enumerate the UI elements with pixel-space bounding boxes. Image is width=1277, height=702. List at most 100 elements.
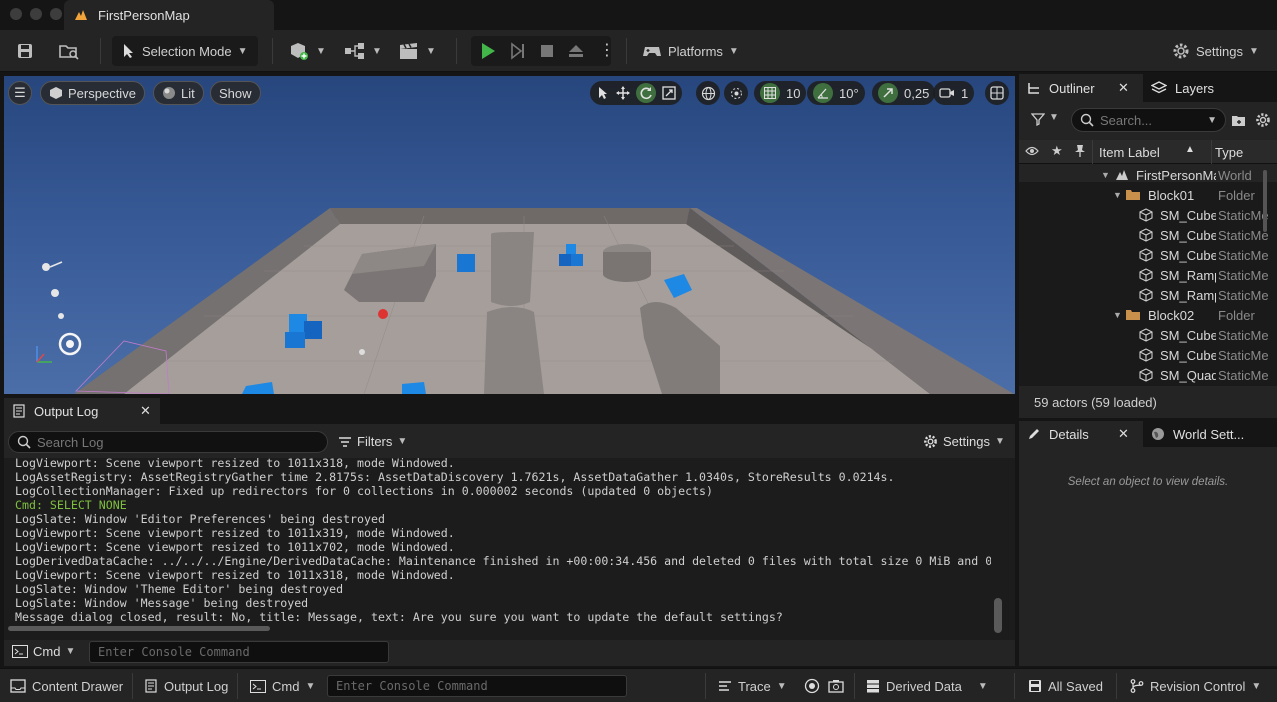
- derived-data-dropdown[interactable]: Derived Data ▼: [866, 669, 988, 702]
- tree-row-mesh[interactable]: SM_Cube StaticMesh: [1019, 345, 1277, 365]
- content-drawer-button[interactable]: Content Drawer: [10, 669, 123, 702]
- world-local-toggle[interactable]: [696, 81, 720, 105]
- camera-speed-value: 1: [961, 85, 969, 101]
- surface-snap-toggle[interactable]: [724, 81, 748, 105]
- select-tool-icon[interactable]: [596, 86, 610, 100]
- output-log-panel: Output Log ✕ Search Log Filters ▼ Settin…: [4, 398, 1015, 666]
- level-viewport[interactable]: ☰ Perspective Lit Show 10 10° 0,25 1: [4, 76, 1015, 394]
- tab-layers[interactable]: Layers: [1143, 74, 1277, 102]
- show-dropdown[interactable]: Show: [210, 81, 261, 105]
- close-icon[interactable]: ✕: [140, 403, 151, 419]
- tab-outliner[interactable]: Outliner ✕: [1019, 74, 1143, 102]
- move-tool-icon[interactable]: [616, 86, 630, 100]
- log-settings-dropdown[interactable]: Settings ▼: [923, 434, 1005, 449]
- tree-row-label: SM_Cube: [1160, 247, 1216, 263]
- console-command-input[interactable]: Enter Console Command: [89, 641, 389, 663]
- rotation-snap-control[interactable]: 10°: [807, 81, 865, 105]
- search-log-input[interactable]: Search Log: [8, 431, 328, 453]
- add-content-button[interactable]: ▼: [288, 36, 326, 66]
- cmd-dropdown[interactable]: Cmd ▼: [12, 644, 75, 659]
- expand-arrow-icon[interactable]: ▼: [1101, 170, 1110, 180]
- log-line: LogViewport: Scene viewport resized to 1…: [15, 458, 455, 470]
- chevron-down-icon: ▼: [1248, 45, 1259, 57]
- revision-control-dropdown[interactable]: Revision Control ▼: [1130, 669, 1261, 702]
- platforms-dropdown[interactable]: Platforms ▼: [642, 36, 739, 66]
- browse-button[interactable]: [58, 36, 80, 66]
- scale-snap-control[interactable]: 0,25: [872, 81, 936, 105]
- tree-row-mesh[interactable]: SM_Cube StaticMesh: [1019, 225, 1277, 245]
- status-console-input[interactable]: Enter Console Command: [327, 675, 627, 697]
- tree-row-mesh[interactable]: SM_Quad StaticMesh: [1019, 365, 1277, 385]
- status-cmd-dropdown[interactable]: Cmd ▼: [250, 669, 315, 702]
- settings-dropdown[interactable]: Settings ▼: [1172, 36, 1259, 66]
- cinematics-button[interactable]: ▼: [398, 36, 436, 66]
- save-button[interactable]: [16, 36, 34, 66]
- tree-row-folder[interactable]: ▼ Block02 Folder: [1019, 305, 1277, 325]
- tree-row-mesh[interactable]: SM_Cube StaticMesh: [1019, 245, 1277, 265]
- tree-row-mesh[interactable]: SM_Ramp StaticMesh: [1019, 265, 1277, 285]
- scale-snap-value: 0,25: [904, 85, 930, 101]
- close-icon[interactable]: ✕: [1118, 426, 1129, 442]
- stop-icon[interactable]: [539, 43, 555, 59]
- tab-output-log[interactable]: Output Log ✕: [4, 398, 160, 424]
- grid-snap-control[interactable]: 10: [754, 81, 807, 105]
- gear-icon[interactable]: [1255, 112, 1271, 128]
- tree-row-type: StaticMesh: [1218, 227, 1268, 243]
- log-text-area[interactable]: LogViewport: Scene viewport resized to 1…: [4, 458, 1015, 640]
- viewport-layout-button[interactable]: [985, 81, 1009, 105]
- add-folder-icon[interactable]: [1231, 113, 1247, 127]
- trace-dropdown[interactable]: Trace ▼: [718, 669, 787, 702]
- log-line: LogViewport: Scene viewport resized to 1…: [15, 526, 455, 540]
- status-console-placeholder: Enter Console Command: [336, 679, 488, 693]
- search-log-placeholder: Search Log: [37, 434, 104, 450]
- camera-speed-control[interactable]: 1: [933, 81, 975, 105]
- favorite-star-icon[interactable]: ★: [1051, 143, 1063, 159]
- tree-row-mesh[interactable]: SM_Ramp StaticMesh: [1019, 285, 1277, 305]
- step-frame-icon[interactable]: [509, 42, 527, 60]
- pin-icon[interactable]: [1074, 144, 1086, 158]
- close-icon[interactable]: ✕: [1118, 80, 1129, 96]
- details-empty-message: Select an object to view details.: [1067, 476, 1229, 488]
- document-tab[interactable]: FirstPersonMap: [64, 0, 274, 30]
- status-cmd-label: Cmd: [272, 678, 300, 694]
- record-trace-button[interactable]: [804, 669, 820, 702]
- minimize-window-button[interactable]: [30, 8, 42, 20]
- play-options-icon[interactable]: ⋮: [599, 43, 615, 59]
- folder-search-icon: [58, 42, 80, 60]
- tab-details[interactable]: Details ✕: [1019, 421, 1143, 447]
- view-mode-dropdown[interactable]: Lit: [153, 81, 204, 105]
- tree-row-label: SM_Ramp: [1160, 267, 1216, 283]
- play-icon[interactable]: [479, 42, 497, 60]
- perspective-dropdown[interactable]: Perspective: [40, 81, 145, 105]
- expand-arrow-icon[interactable]: ▼: [1113, 310, 1122, 320]
- outliner-filter-button[interactable]: ▼: [1031, 112, 1059, 126]
- scale-tool-icon[interactable]: [662, 86, 676, 100]
- log-horizontal-scrollbar[interactable]: [8, 626, 270, 631]
- tree-row-label: SM_Quad: [1160, 367, 1216, 383]
- tree-row-world[interactable]: ▼ FirstPersonMap World: [1019, 165, 1277, 185]
- tree-row-folder[interactable]: ▼ Block01 Folder: [1019, 185, 1277, 205]
- rotate-tool-icon[interactable]: [636, 83, 656, 103]
- column-item-label[interactable]: Item Label: [1099, 145, 1160, 160]
- outliner-search-input[interactable]: Search... ▼: [1071, 108, 1226, 132]
- selection-mode-dropdown[interactable]: Selection Mode ▼: [112, 36, 258, 66]
- expand-arrow-icon[interactable]: ▼: [1113, 190, 1122, 200]
- column-type[interactable]: Type: [1215, 145, 1243, 160]
- visibility-eye-icon[interactable]: [1025, 145, 1039, 157]
- tree-row-mesh[interactable]: SM_Cube StaticMesh: [1019, 325, 1277, 345]
- actor-count: 59 actors (59 loaded): [1034, 394, 1157, 410]
- tree-row-mesh[interactable]: SM_Cube StaticMesh: [1019, 205, 1277, 225]
- eject-icon[interactable]: [567, 43, 585, 59]
- screenshot-button[interactable]: [828, 669, 844, 702]
- scene-render: [36, 208, 1014, 394]
- blueprints-button[interactable]: ▼: [344, 36, 382, 66]
- log-vertical-scrollbar[interactable]: [994, 598, 1002, 633]
- outliner-scrollbar[interactable]: [1263, 170, 1267, 232]
- maximize-window-button[interactable]: [50, 8, 62, 20]
- viewport-menu-button[interactable]: ☰: [8, 81, 32, 105]
- all-saved-button[interactable]: All Saved: [1028, 669, 1103, 702]
- close-window-button[interactable]: [10, 8, 22, 20]
- tab-world-settings[interactable]: World Sett...: [1143, 421, 1277, 447]
- output-log-button[interactable]: Output Log: [144, 669, 228, 702]
- filters-dropdown[interactable]: Filters ▼: [338, 434, 407, 449]
